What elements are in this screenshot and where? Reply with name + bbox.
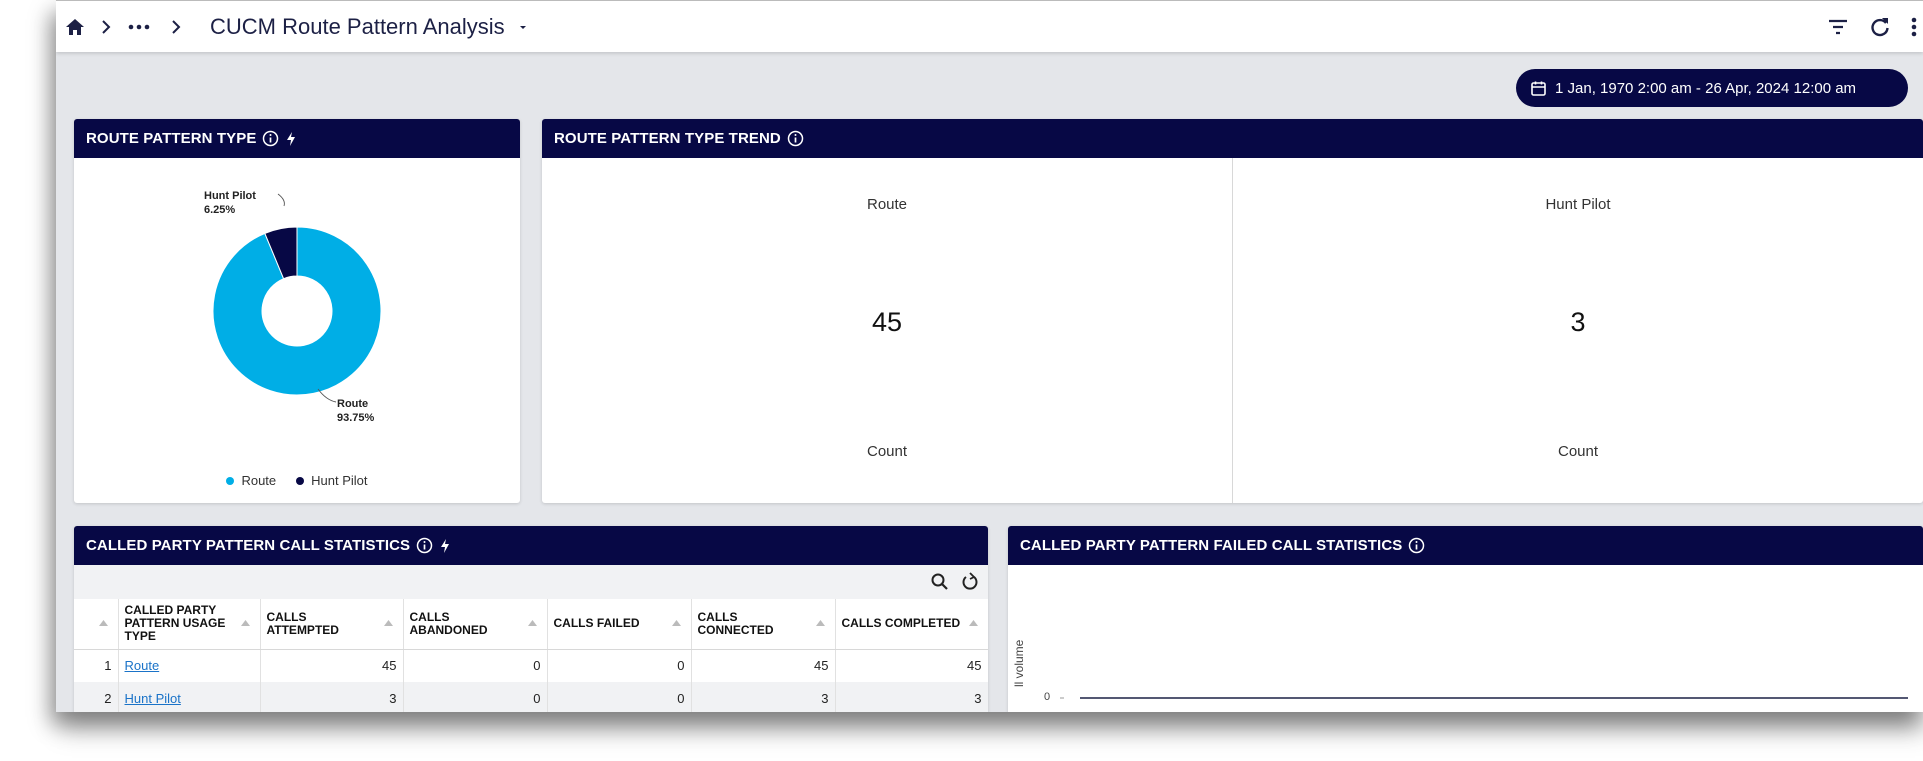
chevron-right-icon: [96, 17, 116, 37]
panel-header: CALLED PARTY PATTERN CALL STATISTICS: [74, 526, 988, 565]
sort-icon[interactable]: [383, 620, 393, 626]
info-icon[interactable]: [787, 130, 804, 147]
failed-call-chart: ll volume 0: [1008, 565, 1923, 712]
sort-icon[interactable]: [968, 620, 978, 626]
called-party-failed-call-statistics-panel: CALLED PARTY PATTERN FAILED CALL STATIST…: [1008, 526, 1923, 712]
legend-swatch: [296, 476, 305, 485]
calls-abandoned-cell: 0: [403, 649, 548, 682]
call-statistics-table: CALLED PARTY PATTERN USAGE TYPE CALLS AT…: [74, 599, 988, 712]
refresh-icon[interactable]: [1867, 14, 1893, 40]
calls-attempted-cell: 3: [260, 682, 404, 712]
column-header-label: CALLS ATTEMPTED: [266, 609, 339, 637]
route-pattern-donut-chart: Hunt Pilot 6.25% Route 93.75%: [204, 190, 382, 424]
calls-completed-cell: 3: [835, 682, 988, 712]
trend-card-hunt-pilot: Hunt Pilot 3 Count: [1233, 158, 1923, 503]
column-header-label: CALLED PARTY PATTERN USAGE TYPE: [124, 603, 226, 644]
calls-connected-cell: 45: [691, 649, 836, 682]
info-icon[interactable]: [416, 537, 433, 554]
bolt-icon[interactable]: [439, 538, 451, 554]
info-icon[interactable]: [262, 130, 279, 147]
column-header-calls-abandoned[interactable]: CALLS ABANDONED: [403, 599, 548, 650]
table-toolbar: [74, 565, 988, 599]
breadcrumb-more-icon[interactable]: [126, 17, 152, 37]
panel-header: CALLED PARTY PATTERN FAILED CALL STATIST…: [1008, 526, 1923, 565]
trend-card-label: Route: [866, 196, 908, 213]
row-index: 2: [74, 682, 119, 712]
column-header-label: CALLS ABANDONED: [409, 609, 488, 637]
usage-type-cell: Hunt Pilot: [118, 682, 261, 712]
home-icon[interactable]: [64, 16, 86, 38]
top-bar: CUCM Route Pattern Analysis: [56, 0, 1923, 52]
panel-title: ROUTE PATTERN TYPE: [86, 130, 257, 147]
panel-header: ROUTE PATTERN TYPE: [74, 119, 520, 158]
trend-card-label: Hunt Pilot: [1545, 196, 1611, 213]
route-pattern-type-panel: ROUTE PATTERN TYPE Hunt Pilot 6.25% Route 9…: [74, 119, 520, 503]
row-index: 1: [74, 649, 119, 682]
sort-icon[interactable]: [98, 620, 108, 626]
calendar-icon: [1530, 80, 1547, 97]
legend-item-hunt-pilot[interactable]: Hunt Pilot: [296, 473, 368, 488]
panel-header: ROUTE PATTERN TYPE TREND: [542, 119, 1923, 158]
legend-label: Route: [241, 473, 277, 488]
calls-abandoned-cell: 0: [403, 682, 548, 712]
caret-down-icon[interactable]: [517, 21, 529, 33]
trend-card-value: 3: [1570, 307, 1586, 337]
route-pattern-type-trend-panel: ROUTE PATTERN TYPE TREND Route 45 Count …: [542, 119, 1923, 503]
reset-icon[interactable]: [960, 572, 980, 592]
sort-icon[interactable]: [815, 620, 825, 626]
panel-title: CALLED PARTY PATTERN CALL STATISTICS: [86, 537, 411, 554]
date-range-picker[interactable]: 1 Jan, 1970 2:00 am - 26 Apr, 2024 12:00…: [1516, 69, 1908, 107]
data-label-hunt-pilot-value: 6.25%: [204, 204, 235, 216]
calls-failed-cell: 0: [547, 682, 692, 712]
info-icon[interactable]: [1408, 537, 1425, 554]
column-header-calls-attempted[interactable]: CALLS ATTEMPTED: [260, 599, 404, 650]
trend-card-unit: Count: [866, 443, 908, 460]
table-header-row: CALLED PARTY PATTERN USAGE TYPE CALLS AT…: [74, 599, 988, 650]
column-header-label: CALLS COMPLETED: [841, 616, 961, 631]
usage-type-cell: Route: [118, 649, 261, 682]
data-label-route-name: Route: [337, 398, 368, 410]
chart-baseline-svg: [1060, 697, 1908, 699]
calls-attempted-cell: 45: [260, 649, 404, 682]
sort-icon[interactable]: [240, 620, 250, 626]
calls-failed-cell: 0: [547, 649, 692, 682]
trend-card-unit: Count: [1557, 443, 1599, 460]
trend-card-value: 45: [871, 307, 903, 337]
table-row: 1 Route 45 0 0 45 45: [74, 649, 988, 682]
sort-icon[interactable]: [671, 620, 681, 626]
usage-type-link[interactable]: Hunt Pilot: [125, 691, 181, 706]
legend-swatch: [226, 476, 235, 485]
legend-item-route[interactable]: Route: [226, 473, 276, 488]
calls-connected-cell: 3: [691, 682, 836, 712]
search-icon[interactable]: [930, 572, 950, 592]
chevron-right-icon: [166, 17, 186, 37]
page-title[interactable]: CUCM Route Pattern Analysis: [210, 14, 505, 40]
column-header-usage-type[interactable]: CALLED PARTY PATTERN USAGE TYPE: [118, 599, 261, 650]
column-header-label: CALLS FAILED: [553, 616, 640, 631]
bolt-icon[interactable]: [285, 131, 297, 147]
leader-line-hunt-pilot: [277, 193, 285, 207]
column-header-calls-connected[interactable]: CALLS CONNECTED: [691, 599, 836, 650]
panel-title: ROUTE PATTERN TYPE TREND: [554, 130, 781, 147]
data-label-hunt-pilot-name: Hunt Pilot: [204, 190, 256, 202]
date-range-label: 1 Jan, 1970 2:00 am - 26 Apr, 2024 12:00…: [1555, 79, 1857, 97]
sort-icon[interactable]: [527, 620, 537, 626]
toolbar-actions: [1825, 1, 1923, 53]
called-party-call-statistics-panel: CALLED PARTY PATTERN CALL STATISTICS CAL…: [74, 526, 988, 712]
legend-label: Hunt Pilot: [311, 473, 368, 488]
usage-type-link[interactable]: Route: [125, 658, 160, 673]
app-frame: CUCM Route Pattern Analysis 1 Jan, 1970 …: [56, 0, 1923, 712]
kebab-menu-icon[interactable]: [1909, 14, 1919, 40]
data-label-route-value: 93.75%: [337, 412, 375, 424]
panel-title: CALLED PARTY PATTERN FAILED CALL STATIST…: [1020, 537, 1403, 554]
column-header-calls-completed[interactable]: CALLS COMPLETED: [835, 599, 988, 650]
calls-completed-cell: 45: [835, 649, 988, 682]
filter-icon[interactable]: [1825, 14, 1851, 40]
column-header-index[interactable]: [74, 599, 119, 650]
chart-legend: Route Hunt Pilot: [74, 473, 520, 488]
column-header-label: CALLS CONNECTED: [697, 609, 774, 637]
table-row: 2 Hunt Pilot 3 0 0 3 3: [74, 682, 988, 712]
column-header-calls-failed[interactable]: CALLS FAILED: [547, 599, 692, 650]
trend-card-route: Route 45 Count: [542, 158, 1232, 503]
